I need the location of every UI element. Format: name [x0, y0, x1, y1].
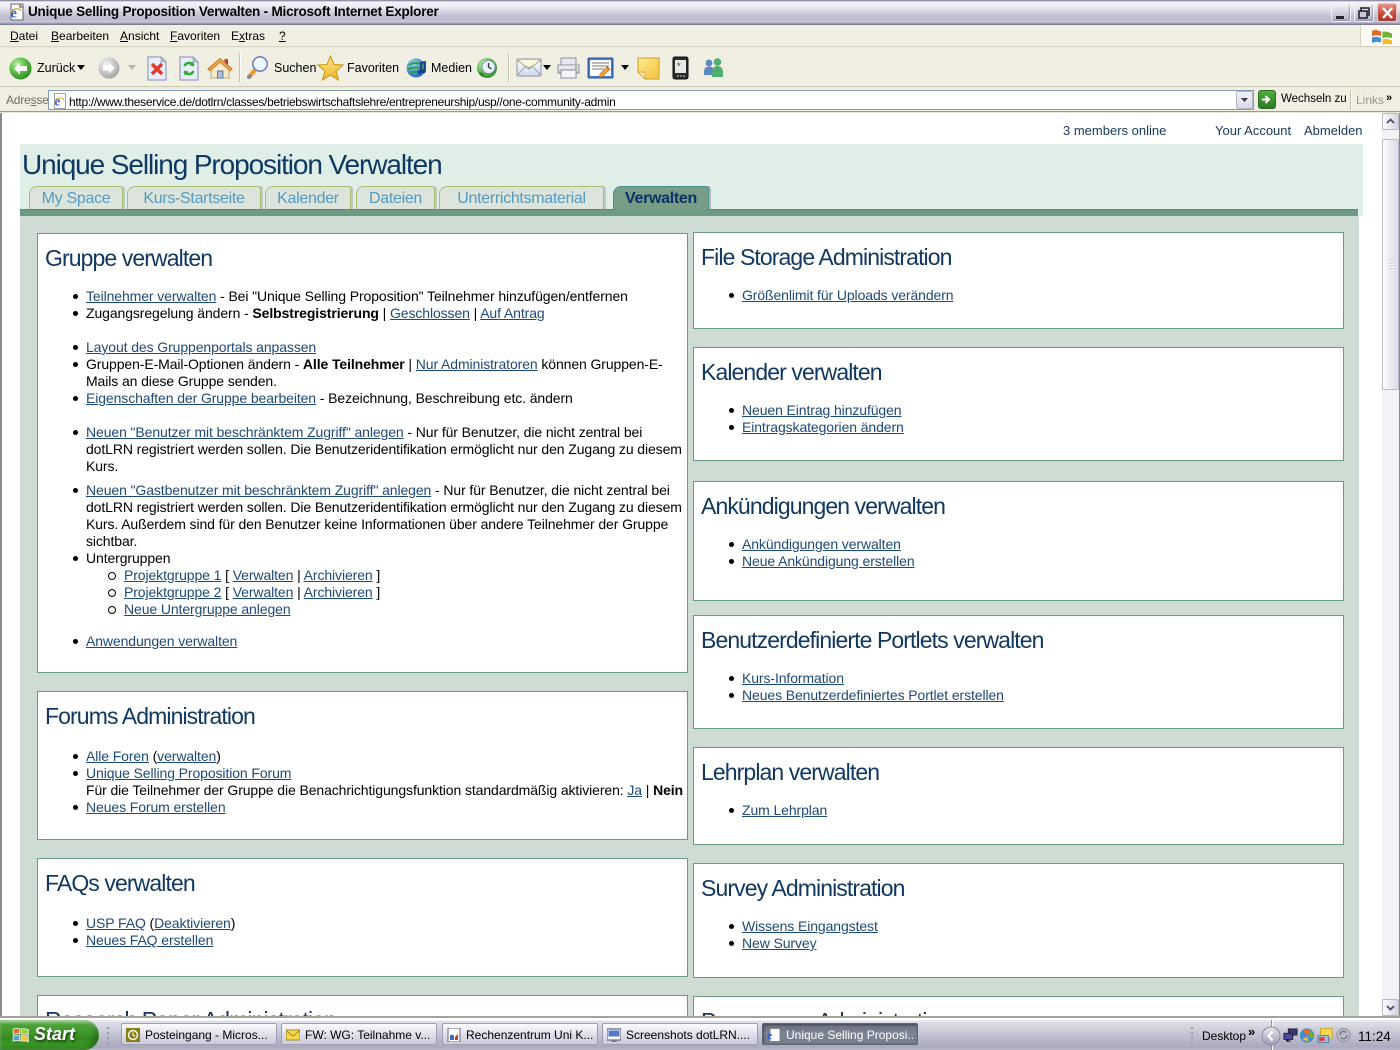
svg-text:*: *	[677, 61, 681, 71]
svg-text:e: e	[10, 6, 17, 22]
svg-text:e: e	[767, 1030, 772, 1042]
